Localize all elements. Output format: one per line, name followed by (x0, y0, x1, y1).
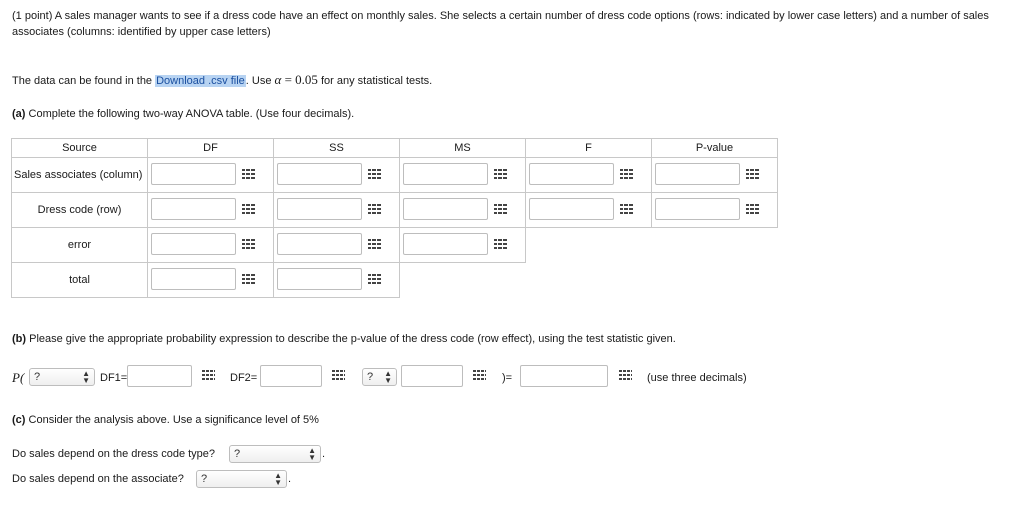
part-a-prompt: (a) Complete the following two-way ANOVA… (12, 106, 1012, 122)
comparison-select-value: ? (367, 371, 374, 383)
download-csv-link[interactable]: Download .csv file (155, 75, 246, 87)
part-b-text: Please give the appropriate probability … (26, 333, 676, 345)
grid-icon[interactable] (619, 370, 632, 381)
grid-icon[interactable] (494, 203, 507, 214)
grid-icon[interactable] (494, 238, 507, 249)
header-ms: MS (399, 138, 526, 158)
part-c-prompt: (c) Consider the analysis above. Use a s… (12, 412, 1012, 428)
part-b-label: (b) (12, 333, 27, 345)
grid-icon[interactable] (620, 168, 633, 179)
row-label-dress-code: Dress code (row) (11, 192, 148, 228)
row-label-total: total (11, 262, 148, 298)
total-df-input[interactable] (151, 268, 236, 290)
grid-icon[interactable] (368, 238, 381, 249)
anova-table: Source DF SS MS F P-value Sales associat… (11, 138, 778, 298)
total-ss-input[interactable] (277, 268, 362, 290)
grid-icon[interactable] (368, 273, 381, 284)
question-associate: Do sales depend on the associate? (12, 473, 184, 485)
updown-arrow-icon: ▲ ▼ (274, 471, 282, 487)
table-row: Dress code (row) (11, 192, 778, 228)
associate-answer-select[interactable]: ? ▲ ▼ (196, 470, 287, 488)
distribution-select[interactable]: ? ▲ ▼ (29, 368, 95, 386)
dresscode-ms-input[interactable] (403, 198, 488, 220)
updown-arrow-icon: ▲ ▼ (82, 369, 90, 385)
table-row: total (11, 262, 778, 298)
df2-label: DF2= (230, 372, 258, 384)
associates-df-input[interactable] (151, 163, 236, 185)
grid-icon[interactable] (242, 273, 255, 284)
table-row: error (11, 227, 778, 263)
grid-icon[interactable] (620, 203, 633, 214)
header-f: F (525, 138, 652, 158)
grid-icon[interactable] (746, 168, 759, 179)
part-a-label: (a) (12, 108, 26, 120)
alpha-value: = 0.05 (281, 72, 318, 87)
test-statistic-input[interactable] (401, 365, 463, 387)
grid-icon[interactable] (494, 168, 507, 179)
data-instructions: The data can be found in the Download .c… (12, 72, 1012, 89)
grid-icon[interactable] (368, 168, 381, 179)
data-middle: . Use (245, 75, 275, 87)
table-row: Sales associates (column) (11, 157, 778, 193)
p-open: P( (12, 370, 25, 385)
close-equals: )= (502, 372, 513, 384)
dress-code-answer-select[interactable]: ? ▲ ▼ (229, 445, 321, 463)
distribution-select-value: ? (34, 371, 41, 383)
dresscode-pvalue-input[interactable] (655, 198, 740, 220)
grid-icon[interactable] (242, 238, 255, 249)
grid-icon[interactable] (473, 370, 486, 381)
part-c-text: Consider the analysis above. Use a signi… (25, 414, 319, 426)
three-decimals-note: (use three decimals) (647, 372, 747, 384)
data-prefix: The data can be found in the (12, 75, 156, 87)
row-label-associates: Sales associates (column) (11, 157, 148, 193)
grid-icon[interactable] (746, 203, 759, 214)
question-dress-code: Do sales depend on the dress code type? (12, 448, 216, 460)
dresscode-f-input[interactable] (529, 198, 614, 220)
error-df-input[interactable] (151, 233, 236, 255)
header-df: DF (147, 138, 274, 158)
dresscode-ss-input[interactable] (277, 198, 362, 220)
header-pvalue: P-value (651, 138, 778, 158)
associates-ms-input[interactable] (403, 163, 488, 185)
error-ms-input[interactable] (403, 233, 488, 255)
problem-intro: (1 point) A sales manager wants to see i… (12, 10, 989, 38)
dress-code-select-value: ? (234, 448, 241, 460)
updown-arrow-icon: ▲ ▼ (384, 369, 392, 385)
updown-arrow-icon: ▲ ▼ (308, 446, 316, 462)
row-label-error: error (11, 227, 148, 263)
df1-label: DF1= (100, 372, 128, 384)
grid-icon[interactable] (332, 370, 345, 381)
part-a-text: Complete the following two-way ANOVA tab… (25, 108, 355, 120)
dresscode-df-input[interactable] (151, 198, 236, 220)
part-c-label: (c) (12, 414, 26, 426)
grid-icon[interactable] (368, 203, 381, 214)
error-ss-input[interactable] (277, 233, 362, 255)
comparison-select[interactable]: ? ▲ ▼ (362, 368, 397, 386)
associates-pvalue-input[interactable] (655, 163, 740, 185)
df1-input[interactable] (127, 365, 192, 387)
grid-icon[interactable] (202, 370, 215, 381)
data-suffix: for any statistical tests. (317, 75, 433, 87)
associates-ss-input[interactable] (277, 163, 362, 185)
pvalue-input[interactable] (520, 365, 608, 387)
grid-icon[interactable] (242, 203, 255, 214)
associates-f-input[interactable] (529, 163, 614, 185)
anova-header-row: Source DF SS MS F P-value (11, 138, 778, 158)
part-b-prompt: (b) Please give the appropriate probabil… (12, 331, 1012, 347)
header-ss: SS (273, 138, 400, 158)
associate-select-value: ? (201, 473, 208, 485)
grid-icon[interactable] (242, 168, 255, 179)
df2-input[interactable] (260, 365, 322, 387)
header-source: Source (11, 138, 148, 158)
